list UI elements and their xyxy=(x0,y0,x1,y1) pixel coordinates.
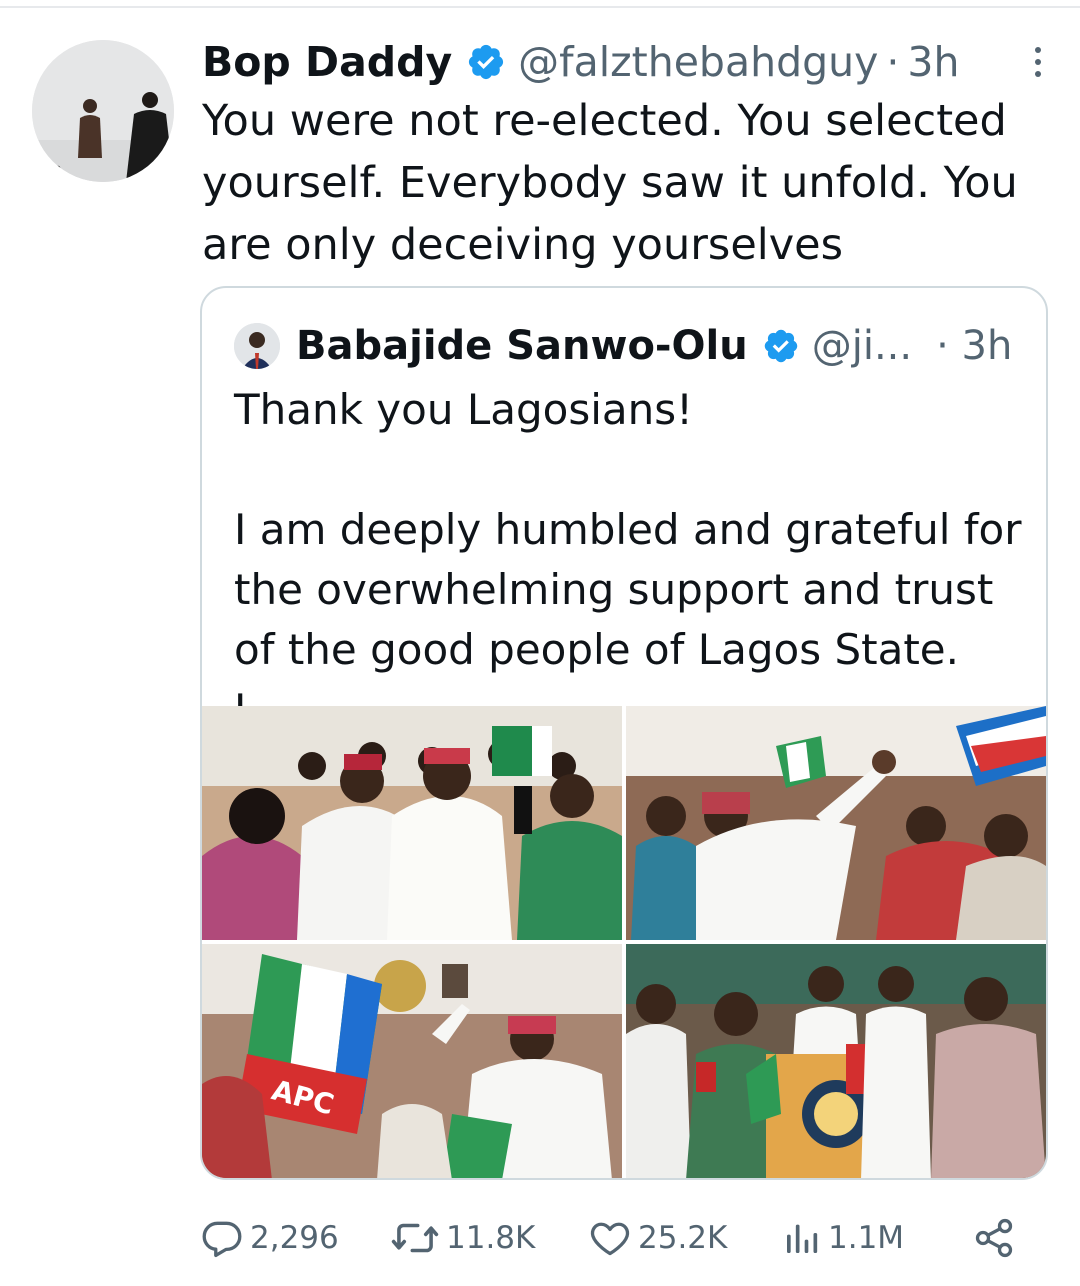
quoted-tweet-card[interactable]: Babajide Sanwo-Olu @ji... · 3h Thank you… xyxy=(200,286,1048,1180)
retweet-count: 11.8K xyxy=(446,1220,536,1256)
like-button[interactable]: 25.2K xyxy=(588,1208,727,1268)
views-icon xyxy=(787,1224,818,1253)
photo-3[interactable]: APC xyxy=(202,944,622,1178)
quoted-author-display-name[interactable]: Babajide Sanwo-Olu xyxy=(296,323,748,369)
photo-4[interactable] xyxy=(626,944,1046,1178)
dot-separator: · xyxy=(886,38,900,86)
author-handle[interactable]: @falzthebahdguy xyxy=(518,38,878,86)
retweet-button[interactable]: 11.8K xyxy=(390,1208,535,1268)
quoted-tweet-text: Thank you Lagosians! I am deeply humbled… xyxy=(234,385,1022,734)
author-display-name[interactable]: Bop Daddy xyxy=(202,38,452,86)
views-button[interactable]: 1.1M xyxy=(782,1208,904,1268)
reply-count: 2,296 xyxy=(250,1220,339,1256)
author-avatar[interactable]: D xyxy=(32,40,174,182)
photo-2[interactable] xyxy=(626,706,1046,940)
quoted-tweet-header: Babajide Sanwo-Olu @ji... · 3h xyxy=(234,318,1016,374)
share-icon xyxy=(975,1218,1013,1258)
tweet-text: You were not re-elected. You selected yo… xyxy=(202,96,1032,270)
top-divider xyxy=(0,6,1080,8)
svg-text:D: D xyxy=(54,165,61,175)
tweet-header: Bop Daddy @falzthebahdguy · 3h xyxy=(202,34,1050,90)
quoted-media-grid: APC xyxy=(202,706,1046,1178)
reply-button[interactable]: 2,296 xyxy=(200,1208,339,1268)
views-count: 1.1M xyxy=(828,1220,905,1256)
more-icon[interactable] xyxy=(1026,42,1050,82)
quoted-author-avatar[interactable] xyxy=(234,323,280,369)
retweet-icon xyxy=(391,1223,439,1253)
like-count: 25.2K xyxy=(638,1220,728,1256)
quoted-author-handle[interactable]: @ji... xyxy=(812,323,912,369)
verified-badge-icon xyxy=(466,42,506,82)
photo-1[interactable] xyxy=(202,706,622,940)
quoted-tweet-time[interactable]: · 3h xyxy=(936,323,1012,369)
tweet-time[interactable]: 3h xyxy=(907,38,959,86)
like-icon xyxy=(590,1222,630,1256)
tweet-action-bar: 2,296 11.8K 25.2K 1.1M xyxy=(200,1208,1040,1268)
quoted-verified-badge-icon xyxy=(762,327,800,365)
share-button[interactable] xyxy=(972,1208,1022,1268)
reply-icon xyxy=(202,1221,242,1258)
